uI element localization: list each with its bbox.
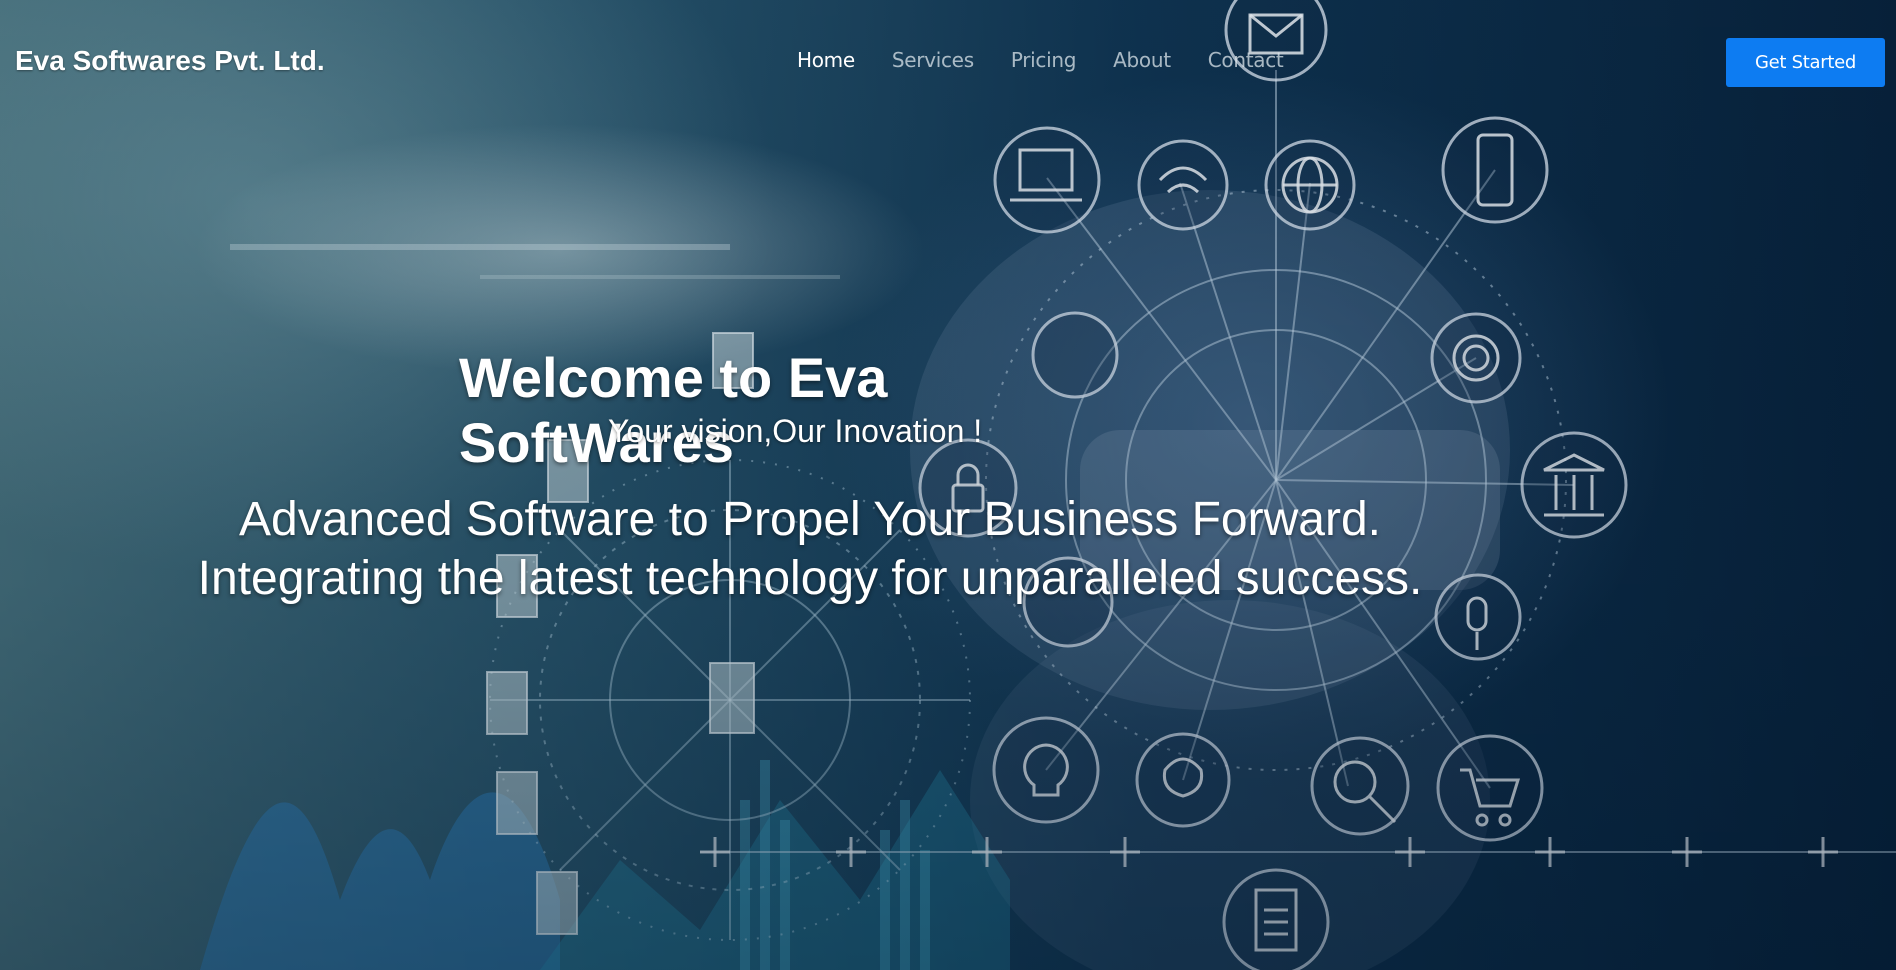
hero-title: Welcome to Eva SoftWares: [459, 346, 888, 474]
hero-section: Eva Softwares Pvt. Ltd. Home Services Pr…: [0, 0, 1896, 970]
nav-link-contact[interactable]: Contact: [1208, 48, 1284, 72]
nav-link-services[interactable]: Services: [892, 48, 974, 72]
brand-logo[interactable]: Eva Softwares Pvt. Ltd.: [15, 45, 325, 77]
hero-overlay: [0, 0, 1896, 970]
hero-pitch: Advanced Software to Propel Your Busines…: [160, 490, 1460, 608]
nav-link-about[interactable]: About: [1113, 48, 1171, 72]
nav-link-home[interactable]: Home: [797, 48, 855, 72]
hero-pitch-line-2: Integrating the latest technology for un…: [197, 552, 1423, 605]
hero-pitch-line-1: Advanced Software to Propel Your Busines…: [239, 493, 1381, 546]
hero-tagline: Your vision,Our Inovation !: [608, 413, 983, 449]
get-started-button[interactable]: Get Started: [1726, 38, 1885, 87]
top-navbar: Eva Softwares Pvt. Ltd. Home Services Pr…: [0, 0, 1896, 124]
main-navigation: Home Services Pricing About Contact: [797, 48, 1284, 72]
nav-link-pricing[interactable]: Pricing: [1011, 48, 1077, 72]
